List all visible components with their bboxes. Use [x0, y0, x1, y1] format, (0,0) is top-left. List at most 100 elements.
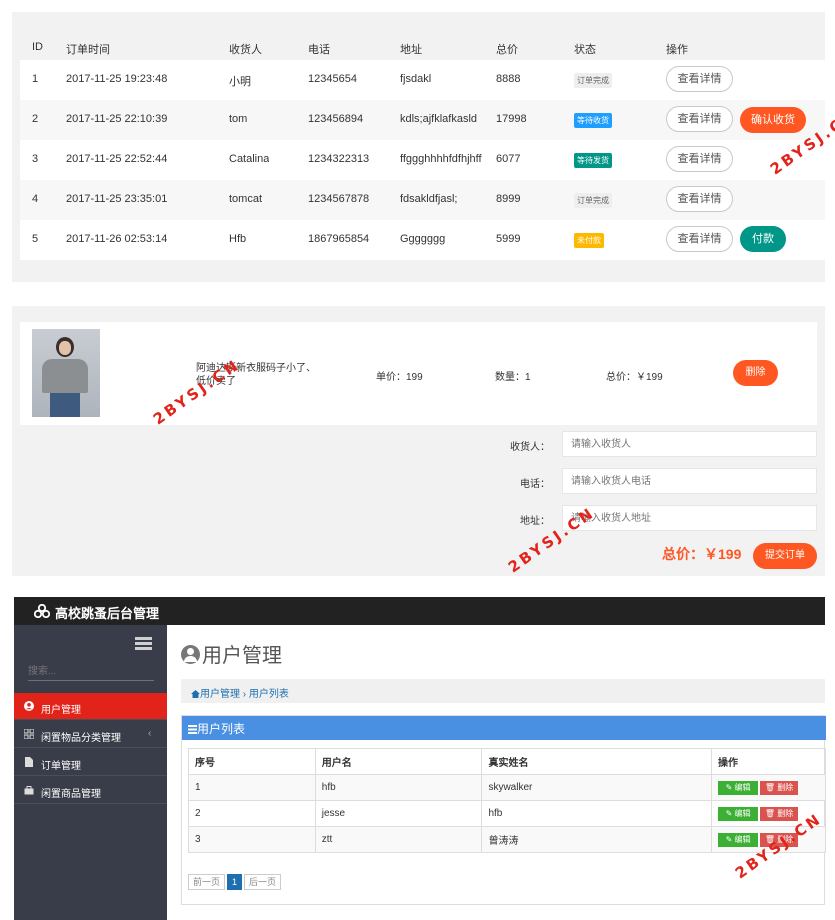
header-no: 序号 — [188, 748, 316, 775]
order-receiver: tomcat — [229, 193, 263, 205]
submit-order-button[interactable]: 提交订单 — [753, 543, 817, 569]
status-badge: 等待收货 — [574, 113, 612, 128]
sidebar-item-goods[interactable]: 闲置商品管理 — [14, 777, 167, 804]
order-time: 2017-11-25 23:35:01 — [66, 193, 168, 205]
header-actions: 操作 — [666, 44, 688, 56]
header-time: 订单时间 — [66, 44, 110, 56]
order-phone: 1234567878 — [308, 193, 370, 205]
view-details-button[interactable]: 查看详情 — [666, 226, 733, 252]
page-title-text: 用户管理 — [202, 645, 282, 667]
order-phone: 1867965854 — [308, 233, 370, 245]
pagination: 前一页 1 后一页 — [188, 874, 283, 892]
edit-label: 编辑 — [734, 782, 751, 792]
page-1-button[interactable]: 1 — [227, 874, 243, 890]
grand-total: 总价：￥199 — [662, 546, 742, 562]
order-total: 8999 — [496, 193, 521, 205]
edit-button[interactable]: ✎ 编辑 — [718, 780, 759, 795]
user-circle-icon — [24, 701, 34, 711]
breadcrumb-text[interactable]: 用户管理 › 用户列表 — [200, 689, 289, 700]
status-badge: 订单完成 — [574, 193, 612, 208]
order-phone: 1234322313 — [308, 153, 370, 165]
sidebar-item-label: 闲置物品分类管理 — [41, 733, 121, 744]
table-row: 2 jesse hfb ✎ 编辑 🗑 删除 — [188, 800, 826, 827]
user-no: 1 — [188, 774, 316, 801]
table-row: 5 2017-11-26 02:53:14 Hfb 1867965854 Ggg… — [20, 220, 825, 260]
sidebar-item-label: 用户管理 — [41, 705, 81, 716]
user-realname: 曾涛涛 — [481, 826, 713, 853]
edit-button[interactable]: ✎ 编辑 — [718, 832, 759, 847]
user-list-header: 用户列表 — [182, 716, 826, 740]
checkout-panel: 阿迪达斯新衣服码子小了、低价卖了 单价：199 数量：1 总价：￥199 删除 … — [12, 306, 825, 576]
sidebar-item-label: 订单管理 — [41, 761, 81, 772]
address-label: 地址： — [520, 516, 550, 527]
product-photo — [32, 329, 100, 417]
list-icon — [188, 725, 197, 734]
delete-item-button[interactable]: 删除 — [733, 360, 778, 386]
prev-page-button[interactable]: 前一页 — [188, 874, 226, 890]
quantity: 数量：1 — [495, 372, 531, 383]
view-details-button[interactable]: 查看详情 — [666, 186, 733, 212]
table-row: 4 2017-11-25 23:35:01 tomcat 1234567878 … — [20, 180, 825, 220]
order-id: 5 — [32, 233, 39, 245]
home-icon — [191, 690, 200, 698]
order-address: kdls;ajfklafkasld — [400, 113, 478, 125]
table-row: 3 ztt 曾涛涛 ✎ 编辑 🗑 删除 — [188, 826, 826, 853]
order-id: 1 — [32, 73, 39, 85]
order-time: 2017-11-25 22:52:44 — [66, 153, 168, 165]
orders-panel: ID 订单时间 收货人 电话 地址 总价 状态 操作 1 2017-11-25 … — [12, 12, 825, 282]
view-details-button[interactable]: 查看详情 — [666, 106, 733, 132]
sidebar-item-orders[interactable]: 订单管理 — [14, 749, 167, 776]
header-status: 状态 — [574, 44, 596, 56]
header-address: 地址 — [400, 44, 422, 56]
delete-button[interactable]: 🗑 删除 — [760, 780, 799, 795]
delete-button[interactable]: 🗑 删除 — [760, 806, 799, 821]
order-total: 6077 — [496, 153, 521, 165]
order-receiver: Catalina — [229, 153, 270, 165]
table-row: 2 2017-11-25 22:10:39 tom 123456894 kdls… — [20, 100, 825, 140]
confirm-receipt-button[interactable]: 确认收货 — [740, 107, 806, 133]
search-input[interactable] — [28, 663, 154, 681]
order-receiver: 小明 — [229, 76, 251, 88]
order-address: Ggggggg — [400, 233, 446, 245]
sidebar-item-categories[interactable]: 闲置物品分类管理 ‹ — [14, 721, 167, 748]
view-details-button[interactable]: 查看详情 — [666, 66, 733, 92]
logo-icon — [34, 604, 50, 618]
user-list-box: 用户列表 序号 用户名 真实姓名 操作 1 hfb skywalker ✎ 编辑… — [181, 715, 826, 905]
order-phone: 123456894 — [308, 113, 364, 125]
page-title: 用户管理 — [181, 639, 282, 668]
category-icon — [24, 729, 34, 739]
orders-table: ID 订单时间 收货人 电话 地址 总价 状态 操作 1 2017-11-25 … — [20, 34, 825, 260]
order-address: fdsakldfjasl; — [400, 193, 458, 205]
order-time: 2017-11-25 22:10:39 — [66, 113, 168, 125]
delete-label: 删除 — [777, 808, 794, 818]
order-address: ffggghhhhfdfhjhff — [400, 153, 482, 165]
order-phone: 12345654 — [308, 73, 357, 85]
header-receiver: 收货人 — [229, 44, 262, 56]
sidebar-item-users[interactable]: 用户管理 — [14, 693, 167, 720]
bag-icon — [24, 786, 34, 795]
order-total: 17998 — [496, 113, 527, 125]
user-realname: hfb — [481, 800, 713, 827]
user-circle-icon — [181, 645, 200, 664]
view-details-button[interactable]: 查看详情 — [666, 146, 733, 172]
phone-label: 电话： — [520, 479, 550, 490]
order-time: 2017-11-26 02:53:14 — [66, 233, 168, 245]
order-address: fjsdakl — [400, 73, 432, 85]
phone-input[interactable] — [562, 468, 817, 494]
chevron-left-icon: ‹ — [148, 728, 152, 739]
edit-button[interactable]: ✎ 编辑 — [718, 806, 759, 821]
receiver-input[interactable] — [562, 431, 817, 457]
orders-table-header: ID 订单时间 收货人 电话 地址 总价 状态 操作 — [20, 34, 825, 60]
order-id: 3 — [32, 153, 39, 165]
status-badge: 等待发货 — [574, 153, 612, 168]
user-username: hfb — [314, 774, 483, 801]
header-username: 用户名 — [314, 748, 483, 775]
status-badge: 未付款 — [574, 233, 604, 248]
top-bar: 高校跳蚤后台管理 — [14, 597, 825, 625]
menu-toggle-icon[interactable] — [135, 637, 152, 651]
next-page-button[interactable]: 后一页 — [244, 874, 282, 890]
main-content: 用户管理 用户管理 › 用户列表 用户列表 序号 用户名 真实姓名 操作 1 h… — [167, 625, 826, 920]
item-total: 总价：￥199 — [606, 372, 663, 383]
pay-button[interactable]: 付款 — [740, 226, 786, 252]
address-input[interactable] — [562, 505, 817, 531]
